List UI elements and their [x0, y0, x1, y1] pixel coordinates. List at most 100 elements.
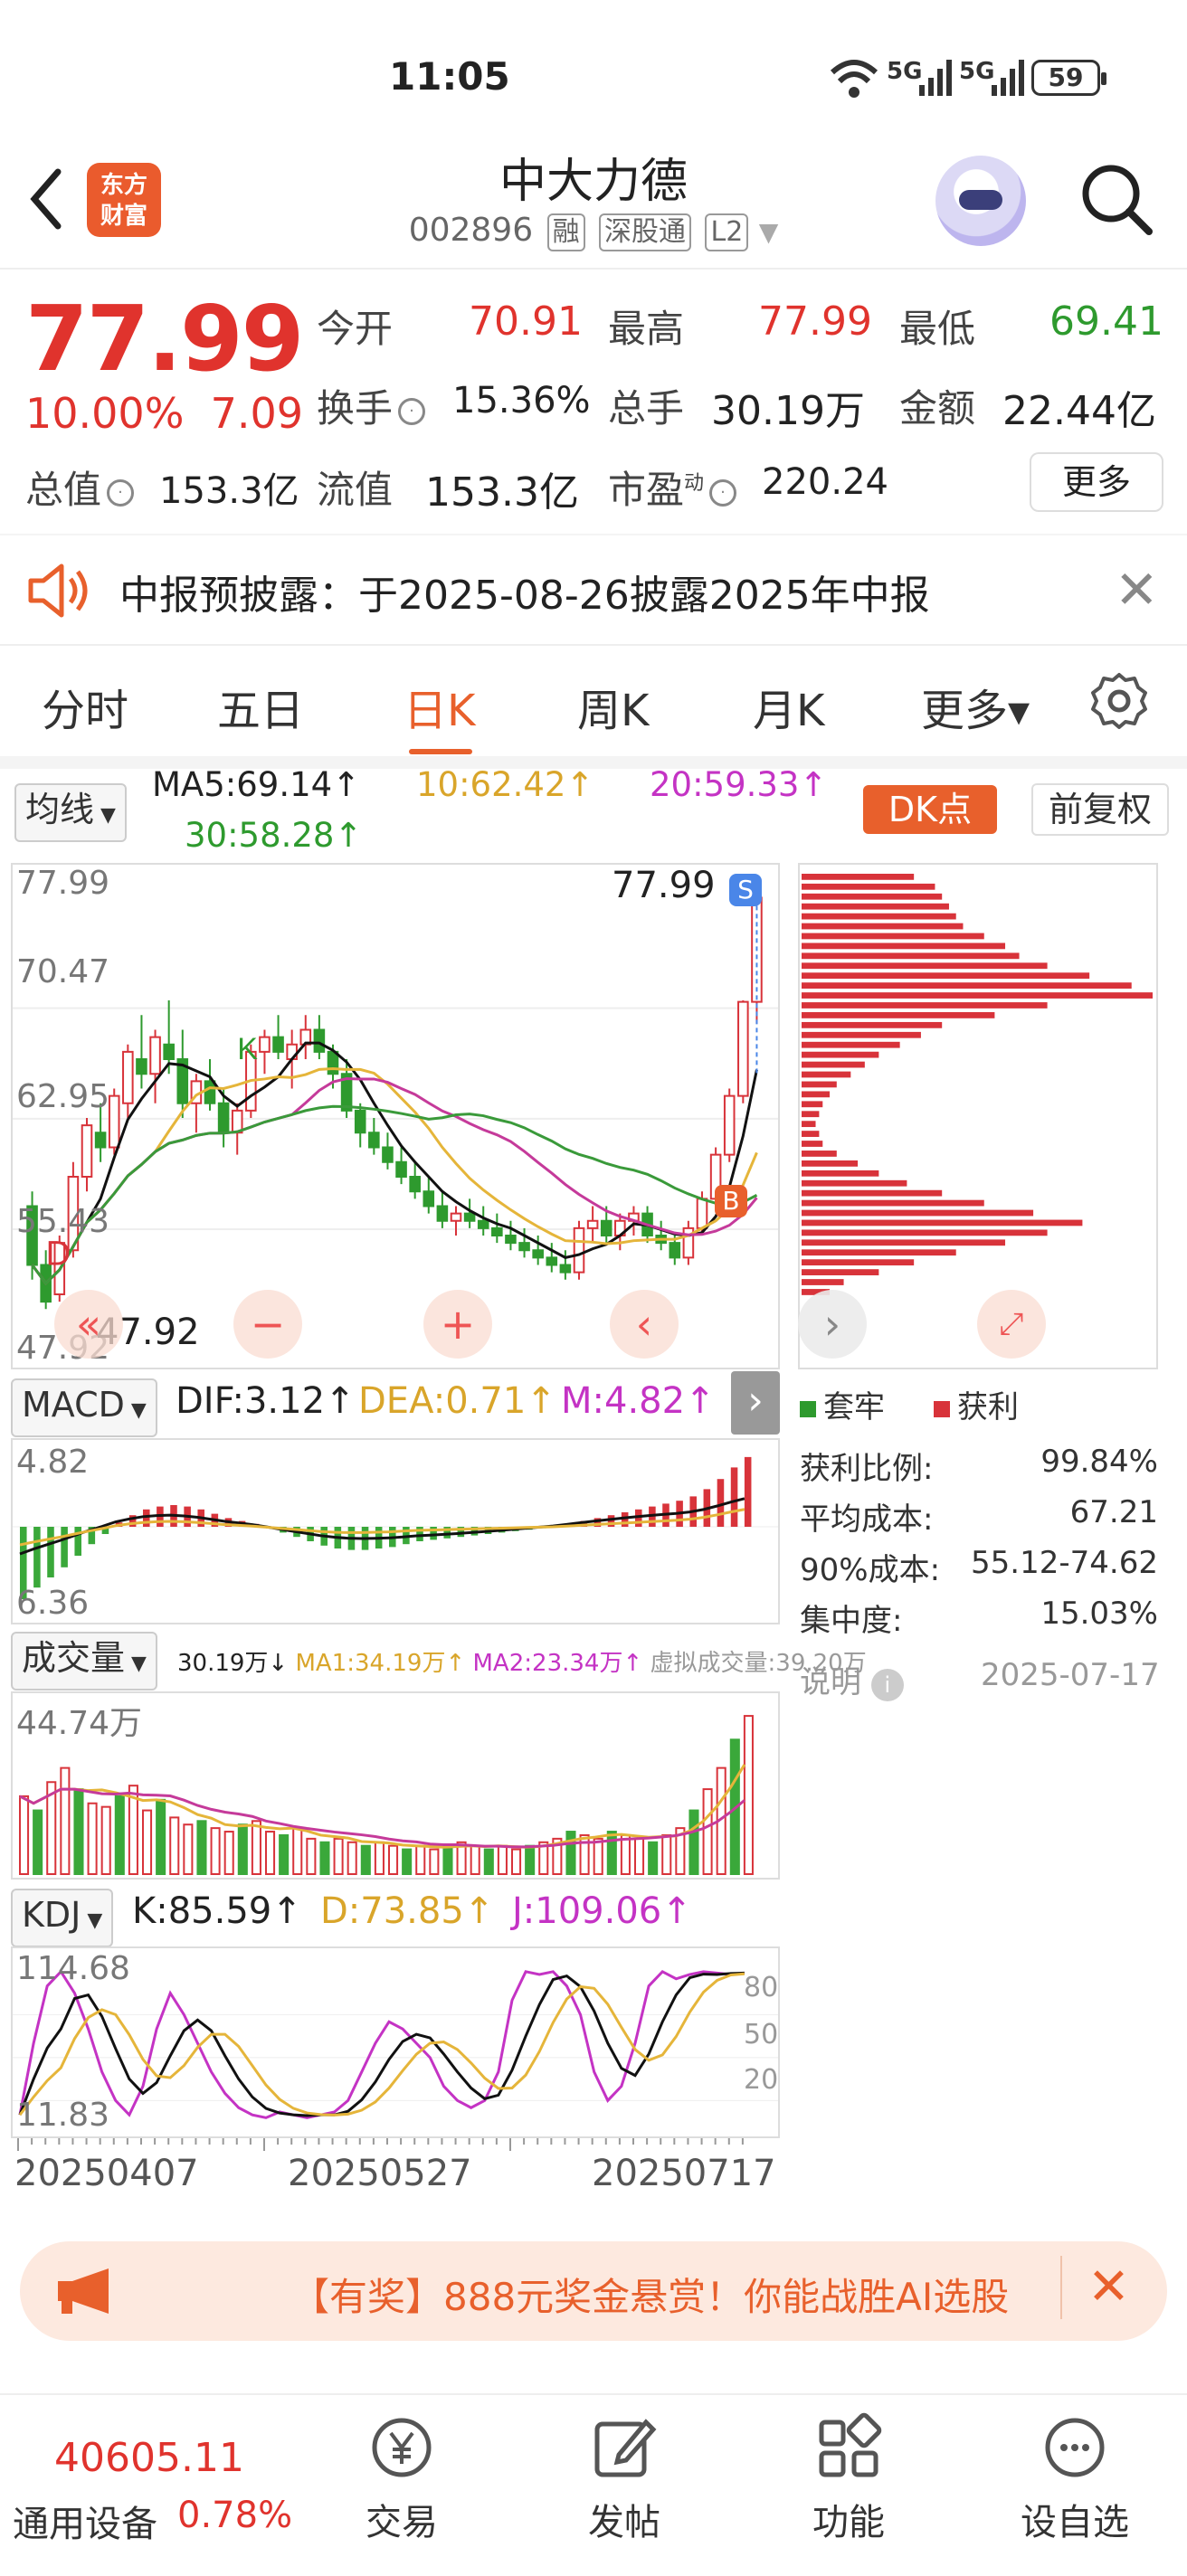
volume-bar [169, 1816, 180, 1876]
chip-bar [802, 1071, 851, 1078]
chip-bar [802, 1219, 1083, 1226]
tab-more[interactable]: 更多▾ [921, 675, 1030, 738]
chip-bar [802, 1111, 820, 1118]
candle-body [122, 1050, 134, 1104]
candle-body [94, 1132, 107, 1149]
expand-indicators-button[interactable]: › [731, 1371, 780, 1435]
adjust-button[interactable]: 前复权 [1031, 783, 1169, 836]
volume-selector[interactable]: 成交量 ▼ [11, 1632, 157, 1690]
nav-functions[interactable]: 功能 [785, 2411, 912, 2545]
sell-marker: S [729, 874, 762, 906]
mktcap-value: 153.3亿 [159, 470, 299, 512]
date-label: 20250717 [592, 2153, 776, 2194]
volume-bar [374, 1841, 385, 1875]
status-time: 11:05 [389, 54, 510, 99]
macd-panel[interactable]: 4.82 6.36 [11, 1438, 780, 1624]
kdj-level-label: 20 [744, 2064, 779, 2096]
tag-connect: 深股通 [599, 213, 692, 251]
chip-bar [802, 1151, 837, 1157]
stock-code: 002896 [408, 212, 534, 249]
candle-body [600, 1219, 612, 1236]
volume-bar [319, 1841, 330, 1875]
chip-panel[interactable]: › ⤢ [798, 863, 1158, 1369]
kdj-selector[interactable]: KDJ ▼ [11, 1889, 114, 1947]
chip-bar [802, 1229, 1048, 1236]
more-quote-button[interactable]: 更多 [1030, 452, 1163, 512]
nav-trade[interactable]: 交易 [338, 2411, 465, 2545]
volume-bar [360, 1844, 371, 1875]
volume-bar [620, 1833, 631, 1876]
tab-monthly-k[interactable]: 月K [753, 675, 824, 738]
search-icon[interactable] [1077, 159, 1154, 237]
indicator-selector-label: 均线 [25, 790, 95, 829]
tab-daily-k[interactable]: 日K [404, 675, 475, 738]
chip-bar [802, 1002, 1048, 1009]
chip-bar [802, 992, 1153, 999]
expand-icon[interactable]: ⤢ [977, 1290, 1046, 1359]
mktcap-label[interactable]: 总值 · [25, 459, 139, 515]
nav-post[interactable]: 发帖 [561, 2411, 688, 2545]
macd-chart [13, 1456, 778, 1599]
chip-bar [802, 1041, 900, 1048]
candle-body [136, 1058, 147, 1075]
candle-body [354, 1109, 366, 1134]
dk-point-button[interactable]: DK点 [863, 785, 997, 834]
macd-dea: DEA:0.71↑ [358, 1380, 556, 1422]
chip-row-label: 90%成本: [800, 1552, 941, 1588]
volume-label: 总手 [608, 386, 685, 431]
gear-icon[interactable] [1089, 671, 1149, 731]
kdj-selector-label: KDJ [22, 1895, 81, 1935]
candle-body [463, 1212, 476, 1222]
volume-bar [19, 1795, 30, 1875]
signal-bars-1-icon [919, 60, 952, 96]
nav-add-watch-label: 设自选 [1021, 2502, 1129, 2543]
chip-legend-profit: 获利 [934, 1382, 1019, 1426]
index-value[interactable]: 40605.11 [54, 2435, 244, 2481]
tab-intraday[interactable]: 分时 [42, 675, 128, 738]
chip-bar [802, 1091, 831, 1098]
chip-bar [802, 893, 943, 900]
ai-assistant-avatar[interactable] [935, 156, 1026, 246]
tab-five-day[interactable]: 五日 [217, 675, 304, 738]
candle-body [382, 1146, 394, 1163]
tab-weekly-k[interactable]: 周K [577, 675, 649, 738]
kdj-panel[interactable]: 114.68 11.83 80 50 20 [11, 1946, 780, 2138]
kline-panel[interactable]: KD 77.99 70.47 62.95 55.43 47.92 77.99 4… [11, 863, 780, 1369]
zoom-in-button[interactable]: + [423, 1290, 492, 1359]
low-label: 最低 [899, 307, 976, 351]
chip-bar [802, 883, 935, 890]
chip-distribution-chart [802, 874, 1153, 1295]
change-row: 10.00% 7.09 [25, 389, 303, 438]
kline-axis-label: 77.99 [16, 865, 110, 902]
signal-bars-2-icon [992, 60, 1024, 96]
candle-body [737, 1000, 749, 1097]
pe-label[interactable]: 市盈动 · [608, 459, 742, 515]
chip-bar [802, 933, 984, 940]
close-icon[interactable]: ✕ [1115, 559, 1159, 620]
max-price-label: 77.99 [612, 865, 716, 906]
notice-bar[interactable]: 中报预披露：于2025-08-26披露2025年中报 ✕ [0, 535, 1187, 646]
turnover-label[interactable]: 换手 · [317, 378, 431, 433]
nav-add-watch[interactable]: 设自选 [1011, 2411, 1138, 2545]
low-value: 69.41 [1049, 298, 1163, 345]
bottom-nav: 40605.11 通用设备 0.78% 交易 发帖 功能 设自选 [0, 2393, 1187, 2576]
float-label: 流值 [317, 468, 394, 512]
kdj-d: D:73.85↑ [320, 1890, 495, 1932]
chevron-right-icon[interactable]: › [798, 1290, 867, 1359]
scroll-left-button[interactable]: « [54, 1290, 123, 1359]
edit-icon [594, 2419, 657, 2477]
volume-bar [442, 1844, 453, 1875]
zoom-out-button[interactable]: − [233, 1290, 302, 1359]
macd-selector[interactable]: MACD ▼ [11, 1378, 157, 1437]
index-name[interactable]: 通用设备 [13, 2495, 157, 2547]
chip-bar [802, 942, 1006, 950]
candle-body [586, 1219, 599, 1229]
close-icon[interactable]: ✕ [1087, 2258, 1130, 2316]
macd-bar [744, 1456, 752, 1527]
indicator-selector[interactable]: 均线 ▼ [14, 783, 127, 842]
scroll-right-button[interactable]: ‹ [610, 1290, 679, 1359]
volume-panel[interactable]: 44.74万 [11, 1691, 780, 1880]
chip-bar [802, 1081, 837, 1088]
ad-banner[interactable]: 【有奖】888元奖金悬赏！你能战胜AI选股 ✕ [20, 2241, 1167, 2341]
chip-bar [802, 1160, 859, 1167]
